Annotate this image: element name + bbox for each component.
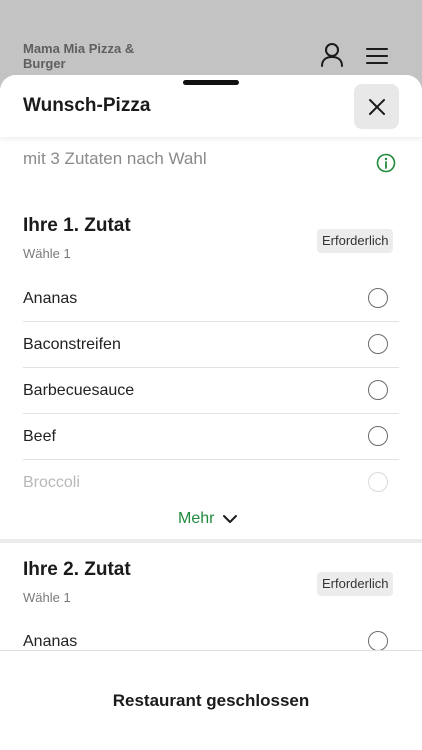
- radio-button[interactable]: [368, 631, 388, 650]
- option-ananas[interactable]: Ananas: [23, 276, 399, 322]
- user-icon[interactable]: [317, 40, 347, 70]
- option-barbecuesauce[interactable]: Barbecuesauce: [23, 368, 399, 414]
- sheet-content[interactable]: mit 3 Zutaten nach Wahl Ihre 1. Zutat Er…: [0, 137, 422, 650]
- product-sheet: Wunsch-Pizza mit 3 Zutaten nach Wahl Ihr…: [0, 75, 422, 750]
- option-label: Beef: [23, 428, 56, 445]
- radio-button[interactable]: [368, 472, 388, 492]
- option-label: Ananas: [23, 290, 78, 307]
- option-beef[interactable]: Beef: [23, 414, 399, 460]
- option-label: Broccoli: [23, 474, 80, 491]
- radio-button[interactable]: [368, 380, 388, 400]
- option-ananas[interactable]: Ananas: [23, 619, 399, 650]
- option-label: Barbecuesauce: [23, 382, 135, 399]
- restaurant-closed-status: Restaurant geschlossen: [112, 691, 310, 710]
- section-2-title: Ihre 2. Zutat: [23, 559, 131, 580]
- section-1-title: Ihre 1. Zutat: [23, 215, 131, 236]
- product-description: mit 3 Zutaten nach Wahl: [23, 149, 207, 168]
- section-divider: [0, 539, 422, 543]
- show-more-label: Mehr: [178, 510, 215, 527]
- chevron-down-icon: [223, 515, 238, 523]
- option-label: Baconstreifen: [23, 336, 121, 353]
- section-1-required-badge: Erforderlich: [317, 229, 394, 253]
- sheet-title: Wunsch-Pizza: [23, 95, 151, 116]
- sheet-grabber[interactable]: [183, 80, 239, 85]
- info-icon[interactable]: [376, 153, 396, 173]
- close-button[interactable]: [354, 84, 399, 129]
- section-2-subtitle: Wähle 1: [23, 590, 71, 605]
- restaurant-name: Mama Mia Pizza & Burger: [23, 41, 135, 71]
- sheet-header: Wunsch-Pizza: [0, 75, 422, 137]
- menu-icon[interactable]: [362, 40, 392, 70]
- section-2-required-badge: Erforderlich: [317, 572, 394, 596]
- section-1-subtitle: Wähle 1: [23, 246, 71, 261]
- show-more-button[interactable]: Mehr: [178, 507, 238, 531]
- close-icon: [368, 98, 385, 115]
- option-broccoli[interactable]: Broccoli: [23, 460, 399, 506]
- radio-button[interactable]: [368, 288, 388, 308]
- radio-button[interactable]: [368, 426, 388, 446]
- radio-button[interactable]: [368, 334, 388, 354]
- sheet-footer: Restaurant geschlossen: [0, 650, 422, 750]
- option-label: Ananas: [23, 633, 78, 650]
- option-baconstreifen[interactable]: Baconstreifen: [23, 322, 399, 368]
